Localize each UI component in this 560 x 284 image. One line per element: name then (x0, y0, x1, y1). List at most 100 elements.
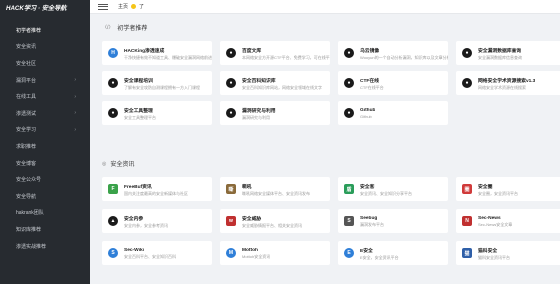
card-title: CTF在线 (360, 78, 379, 84)
site-card[interactable]: N Sec-News Sec-News安全文章 (456, 209, 560, 233)
card-description: 安全内参，安全参考资讯 (124, 222, 168, 228)
site-card[interactable]: ● CTF在线 CTF在线平台 (338, 71, 448, 95)
tool-icon: ● (108, 108, 118, 118)
cat-icon: 猫 (462, 248, 472, 258)
site-card[interactable]: S Sec-Wiki 安全百科平台、安全知识百科 (102, 241, 212, 265)
sidebar-item[interactable]: 初学者推荐 (0, 22, 90, 39)
section-title: ◎ 安全资讯 (102, 159, 135, 169)
sidebar-item[interactable]: 安全导航 (0, 188, 90, 205)
card-description: 猫科安全资讯平台 (478, 254, 510, 260)
card-description: Github (360, 113, 372, 119)
card-title: 漏洞研究与利用 (242, 108, 276, 114)
sidebar-item[interactable]: 渗透实战推荐 (0, 238, 90, 255)
sidebar-item-label: 安全资讯 (16, 44, 37, 51)
card-title: 安全百科知识库 (242, 78, 276, 84)
sidebar-item[interactable]: 知识库推荐 (0, 221, 90, 238)
card-title: 网络安全学术资源搜索v1.3 (478, 78, 536, 84)
sidebar-item[interactable]: 安全社区 (0, 55, 90, 72)
sidebar-item-label: 渗透实战推荐 (16, 243, 47, 250)
card-description: 安全工具整理平台 (124, 114, 156, 120)
card-description: 国内关注度最高的安全新媒体与社区 (124, 190, 188, 196)
news-section-icon: ◎ (102, 160, 107, 167)
course-icon: ● (108, 78, 118, 88)
e-icon: E (344, 248, 354, 258)
chevron-right-icon: › (74, 77, 76, 84)
sidebar-item[interactable]: 安全博客 (0, 155, 90, 172)
site-card[interactable]: E E安全 E安全，安全资讯平台 (338, 241, 448, 265)
site-card[interactable]: 猫猫科安全 猫科安全资讯平台 (456, 241, 560, 265)
wtf-icon: w (226, 216, 236, 226)
site-card[interactable]: S Seebug 漏洞发布平台 (338, 209, 448, 233)
sidebar-item[interactable]: 安全学习 › (0, 122, 90, 139)
site-card[interactable]: ● 安全课程培训 了解有安全攻防自测课程拥有一方入门课程 (102, 71, 212, 95)
chevron-right-icon: › (74, 110, 76, 117)
sidebar: HACK学习 · 安全导航 初学者推荐安全资讯安全社区漏洞平台 › 在线工具 › 渗透测… (0, 0, 90, 284)
card-description: Sec-News安全文章 (478, 221, 513, 227)
code-icon: 〈/〉 (102, 25, 114, 31)
shield-icon: 盾 (344, 184, 354, 194)
database-icon: ● (462, 48, 472, 58)
arrow-icon: ▲ (108, 216, 118, 226)
mirror-icon: ● (344, 48, 354, 58)
sidebar-item[interactable]: 渗透测试 › (0, 105, 90, 122)
site-card[interactable]: ● 百度文库本网络安全方开源CTF平台、免费学习，可在线平台技能学习培训 (220, 41, 330, 65)
card-title: 猫科安全 (478, 248, 498, 254)
sidebar-nav: 初学者推荐安全资讯安全社区漏洞平台 › 在线工具 › 渗透测试 › 安全学习 › 求职推荐安全博… (0, 22, 90, 254)
sidebar-item[interactable]: 漏洞平台 › (0, 72, 90, 89)
site-card[interactable]: ● 安全百科知识库 安全百科知识库网站，网络安全领域在线文字 (220, 71, 330, 95)
site-card[interactable]: ● 安全漏洞数据库查询 安全漏洞数据库信息查询 (456, 41, 560, 65)
github-icon: ● (344, 108, 354, 118)
site-card[interactable]: ▲ 安全内参 安全内参，安全参考资讯 (102, 209, 212, 233)
chevron-right-icon: › (74, 126, 76, 133)
card-description: 漏洞研究与利用 (242, 114, 270, 120)
card-description: 安全漏洞数据库信息查询 (478, 54, 522, 60)
card-title: FreeBuf资讯 (124, 184, 152, 190)
site-card[interactable]: ● 乌云镜像Wooyun的一个自动分析漏洞，知识库以及文章分析漏洞存储实时同步 (338, 41, 448, 65)
h-icon: H (108, 48, 118, 58)
card-description: 嘶吼网络安全媒体平台、安全资讯发布 (242, 190, 310, 196)
section-title-text: 安全资讯 (110, 162, 135, 168)
site-card[interactable]: 嘶嘶吼 嘶吼网络安全媒体平台、安全资讯发布 (220, 177, 330, 201)
card-description: CTF在线平台 (360, 84, 384, 90)
card-description: 网络安全学术资源在线搜索 (478, 84, 526, 90)
sidebar-item[interactable]: 安全公众号 (0, 171, 90, 188)
card-description: 安全圈，安全资讯平台 (478, 190, 518, 196)
site-card[interactable]: ● 安全工具整理 安全工具整理平台 (102, 101, 212, 125)
sun-icon[interactable] (131, 4, 137, 9)
sidebar-item[interactable]: hakrank团队 (0, 205, 90, 222)
card-description: 本网络安全方开源CTF平台、免费学习，可在线平台技能学习培训 (242, 54, 330, 60)
sidebar-item-label: 安全社区 (16, 60, 37, 67)
site-card[interactable]: F FreeBuf资讯 国内关注度最高的安全新媒体与社区 (102, 177, 212, 201)
sidebar-item[interactable]: 求职推荐 (0, 138, 90, 155)
site-card[interactable]: 盾安全客 安全资讯、安全知识分享平台 (338, 177, 448, 201)
menu-icon[interactable] (98, 3, 108, 10)
card-title: 安全漏洞数据库查询 (478, 48, 522, 54)
site-card[interactable]: ● 漏洞研究与利用 漏洞研究与利用 (220, 101, 330, 125)
card-description: 安全资讯、安全知识分享平台 (360, 190, 412, 196)
site-card[interactable]: ● 网络安全学术资源搜索v1.3 网络安全学术资源在线搜索 (456, 71, 560, 95)
circle-icon: 圈 (462, 184, 472, 194)
card-description: 干净快捷有效不知道工具、爆破安全漏洞网络前进分析自学者入门教程 (124, 54, 212, 60)
card-title: 安全客 (360, 184, 375, 190)
card-description: Wooyun的一个自动分析漏洞，知识库以及文章分析漏洞存储实时同步 (360, 54, 448, 60)
sidebar-item-label: hakrank团队 (16, 210, 44, 217)
site-card[interactable]: 圈安全圈 安全圈，安全资讯平台 (456, 177, 560, 201)
sidebar-item[interactable]: 在线工具 › (0, 88, 90, 105)
card-description: Mottoh安全资讯 (242, 253, 271, 259)
card-description: E安全，安全资讯平台 (360, 254, 399, 260)
card-title: 嘶吼 (242, 184, 252, 190)
site-card[interactable]: w 安全威胁 安全威胁情报平台、相关安全资讯 (220, 209, 330, 233)
card-title: 百度文库 (242, 48, 262, 54)
sidebar-item[interactable]: 安全资讯 (0, 39, 90, 56)
home-link[interactable]: 主页 (118, 3, 128, 10)
card-title: HACKing渗透速成 (124, 48, 165, 54)
site-card[interactable]: ● Github Github (338, 101, 448, 125)
card-title: 安全圈 (478, 184, 493, 190)
site-card[interactable]: H HACKing渗透速成干净快捷有效不知道工具、爆破安全漏洞网络前进分析自学者入… (102, 41, 212, 65)
sidebar-item-label: 安全博客 (16, 160, 37, 167)
site-card[interactable]: M Mottoh Mottoh安全资讯 (220, 241, 330, 265)
card-description: 了解有安全攻防自测课程拥有一方入门课程 (124, 84, 200, 90)
site-logo[interactable]: HACK学习 · 安全导航 (0, 0, 90, 14)
sidebar-item-label: 求职推荐 (16, 143, 37, 150)
card-title: 乌云镜像 (360, 48, 380, 54)
